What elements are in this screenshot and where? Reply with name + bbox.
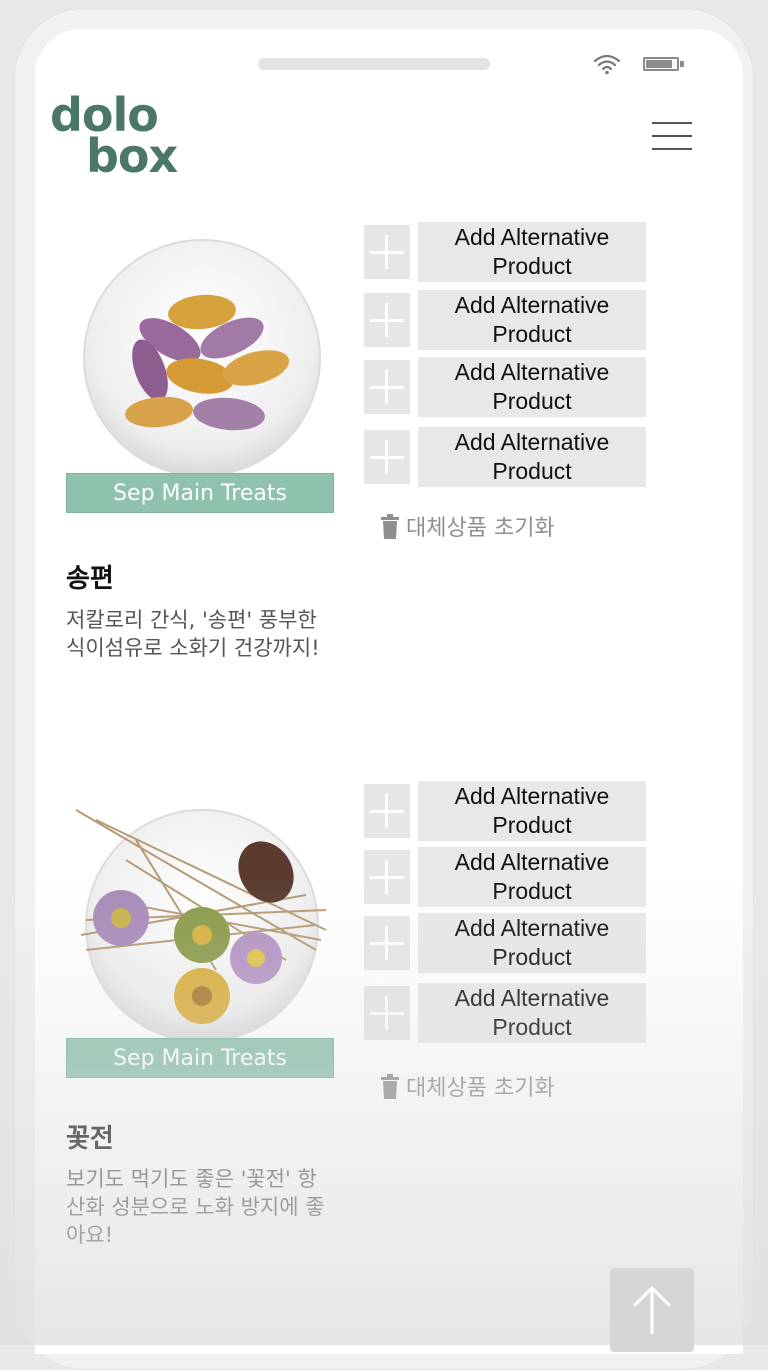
alt-product-row: Add Alternative Product [364, 357, 646, 417]
alt-product-row: Add Alternative Product [364, 427, 646, 487]
arrow-up-icon [632, 1285, 672, 1334]
kkotjeon-image [75, 809, 327, 1040]
alt-product-row: Add Alternative Product [364, 847, 646, 907]
product-description: 보기도 먹기도 좋은 '꽃전' 항산화 성분으로 노화 방지에 좋아요! [66, 1167, 325, 1247]
add-alternative-product-button[interactable]: Add Alternative Product [418, 427, 646, 487]
add-alternative-product-button[interactable]: Add Alternative Product [418, 222, 646, 282]
add-alternative-product-button[interactable]: Add Alternative Product [418, 913, 646, 973]
plus-icon[interactable] [364, 293, 410, 347]
plus-icon[interactable] [364, 850, 410, 904]
category-label: Sep Main Treats [66, 1038, 334, 1078]
reset-label: 대체상품 초기화 [406, 1076, 555, 1101]
product-name: 송편 [66, 564, 114, 594]
trash-icon [381, 514, 399, 539]
add-alternative-product-button[interactable]: Add Alternative Product [418, 781, 646, 841]
alt-product-row: Add Alternative Product [364, 222, 646, 282]
add-alternative-product-button[interactable]: Add Alternative Product [418, 290, 646, 350]
plus-icon[interactable] [364, 360, 410, 414]
logo-line-2: box [86, 129, 178, 183]
add-alternative-product-button[interactable]: Add Alternative Product [418, 357, 646, 417]
phone-speaker-bar [258, 58, 490, 70]
category-label: Sep Main Treats [66, 473, 334, 513]
reset-alternatives-button[interactable]: 대체상품 초기화 [380, 514, 555, 544]
plus-icon[interactable] [364, 986, 410, 1040]
scroll-to-top-button[interactable] [610, 1268, 694, 1352]
alt-product-row: Add Alternative Product [364, 781, 646, 841]
product-name: 꽃전 [66, 1124, 114, 1154]
reset-alternatives-button[interactable]: 대체상품 초기화 [380, 1074, 555, 1104]
reset-label: 대체상품 초기화 [406, 516, 555, 541]
add-alternative-product-button[interactable]: Add Alternative Product [418, 983, 646, 1043]
plus-icon[interactable] [364, 784, 410, 838]
add-alternative-product-button[interactable]: Add Alternative Product [418, 847, 646, 907]
plus-icon[interactable] [364, 225, 410, 279]
alt-product-row: Add Alternative Product [364, 290, 646, 350]
hamburger-menu-icon[interactable] [652, 122, 694, 152]
trash-icon [381, 1074, 399, 1099]
plus-icon[interactable] [364, 916, 410, 970]
songpyeon-image [83, 239, 321, 474]
battery-icon [643, 57, 685, 73]
wifi-icon [593, 54, 621, 75]
alt-product-row: Add Alternative Product [364, 983, 646, 1043]
plus-icon[interactable] [364, 430, 410, 484]
product-description: 저칼로리 간식, '송편' 풍부한 식이섬유로 소화기 건강까지! [66, 608, 320, 660]
alt-product-row: Add Alternative Product [364, 913, 646, 973]
dolobox-logo[interactable]: dolo box [50, 92, 210, 183]
